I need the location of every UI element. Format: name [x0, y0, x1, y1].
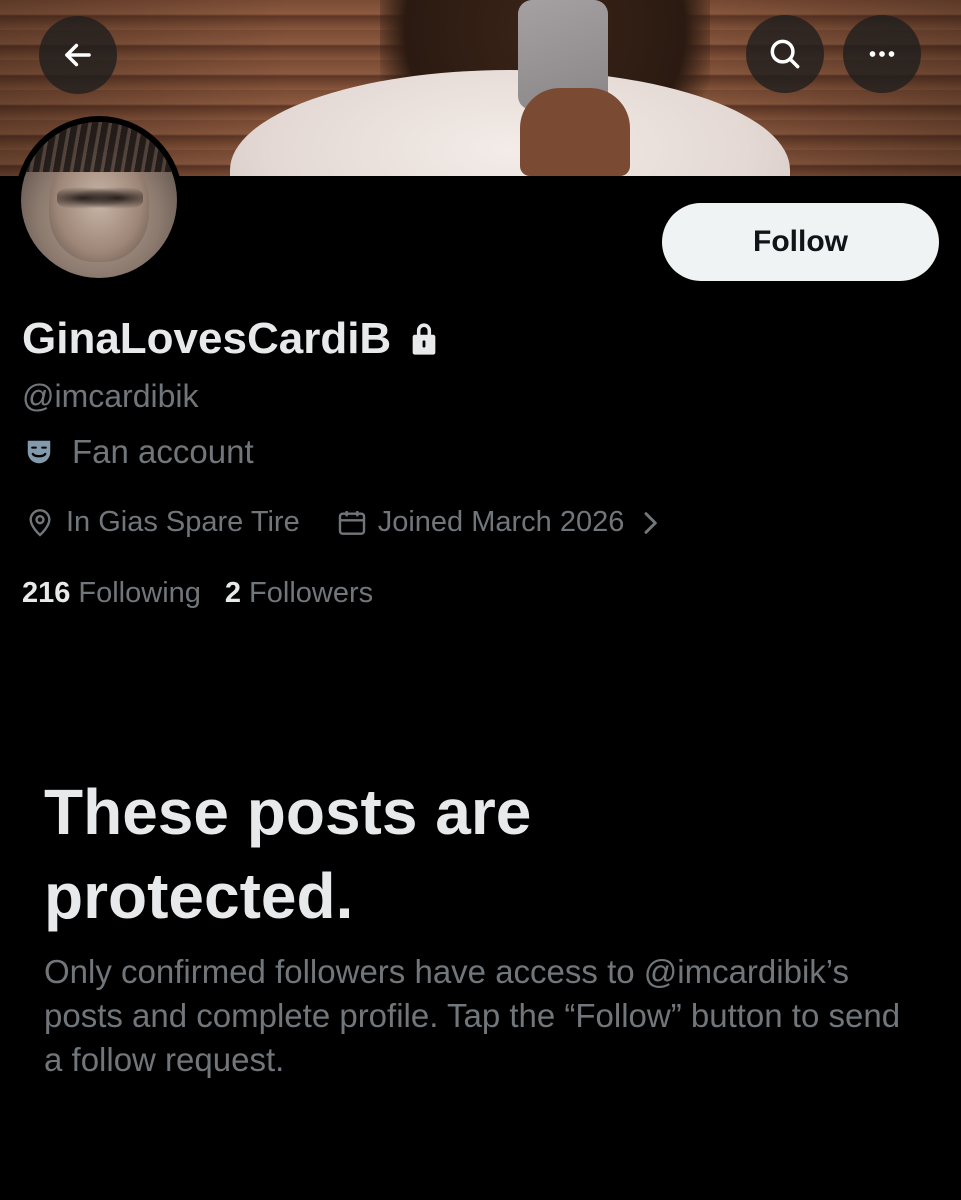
- search-button[interactable]: [746, 15, 824, 93]
- location-item: In Gias Spare Tire: [24, 506, 300, 539]
- display-name: GinaLovesCardiB: [22, 314, 392, 363]
- search-icon: [770, 39, 800, 69]
- profile-handle: @imcardibik: [22, 378, 199, 414]
- profile-meta: In Gias Spare Tire Joined March 2026: [24, 506, 676, 539]
- joined-item[interactable]: Joined March 2026: [336, 506, 677, 539]
- theater-mask-icon: [27, 440, 51, 464]
- avatar-hair: [21, 122, 177, 172]
- banner-photo-hand: [520, 88, 630, 176]
- arrow-left-icon: [65, 43, 91, 67]
- more-options-button[interactable]: [843, 15, 921, 93]
- profile-category: Fan account: [24, 433, 254, 471]
- follow-stats: 216 Following 2 Followers: [22, 577, 373, 610]
- more-horizontal-icon: [869, 51, 895, 57]
- category-label: Fan account: [72, 433, 254, 470]
- followers-label: Followers: [249, 577, 374, 609]
- chevron-right-icon: [644, 511, 658, 534]
- location-text: In Gias Spare Tire: [66, 506, 300, 538]
- protected-notice-title: These posts are protected.: [44, 776, 532, 932]
- calendar-icon: [338, 510, 365, 535]
- lock-icon: [412, 323, 436, 355]
- display-name-row: GinaLovesCardiB: [22, 314, 441, 364]
- follow-button[interactable]: Follow: [662, 203, 939, 281]
- avatar-brows: [57, 184, 143, 212]
- following-link[interactable]: 216 Following: [22, 577, 201, 610]
- followers-link[interactable]: 2 Followers: [225, 577, 373, 610]
- location-pin-icon: [29, 508, 51, 537]
- protected-notice-body: Only confirmed followers have access to …: [44, 953, 901, 1078]
- following-label: Following: [78, 577, 201, 609]
- back-button[interactable]: [39, 16, 117, 94]
- followers-count: 2: [224, 577, 242, 609]
- avatar-image: [21, 122, 177, 278]
- profile-avatar[interactable]: [15, 116, 183, 284]
- following-count: 216: [22, 577, 71, 609]
- joined-text: Joined March 2026: [377, 506, 625, 538]
